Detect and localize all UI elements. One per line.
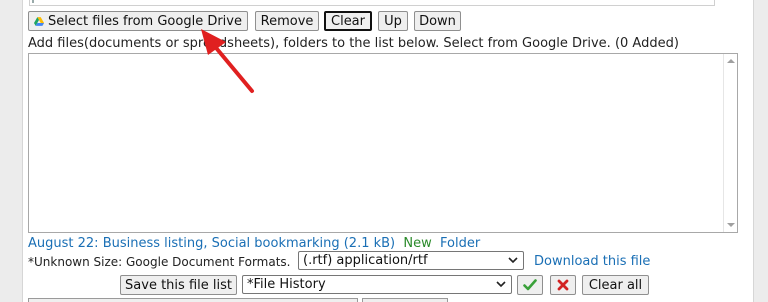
file-history-select[interactable]: *File History	[242, 275, 512, 294]
remove-button[interactable]: Remove	[255, 11, 319, 31]
format-select-value: (.rtf) application/rtf	[303, 253, 428, 268]
x-icon	[557, 279, 569, 291]
format-select[interactable]: (.rtf) application/rtf	[298, 251, 524, 270]
save-file-list-button[interactable]: Save this file list	[120, 275, 237, 295]
clear-all-button[interactable]: Clear all	[582, 275, 649, 295]
history-entry-link[interactable]: August 22: Business listing, Social book…	[28, 236, 395, 251]
down-button[interactable]: Down	[414, 11, 461, 31]
delete-button[interactable]	[550, 275, 576, 295]
chevron-down-icon	[496, 281, 506, 288]
select-from-google-drive-label: Select files from Google Drive	[48, 13, 242, 29]
new-link[interactable]: New	[403, 236, 431, 251]
unknown-size-note: *Unknown Size: Google Document Formats.	[28, 255, 291, 269]
file-history-select-value: *File History	[247, 277, 326, 292]
file-list[interactable]	[28, 53, 738, 233]
up-button[interactable]: Up	[378, 11, 408, 31]
file-list-scrollbar[interactable]	[723, 54, 737, 232]
history-entry: August 22: Business listing, Social book…	[28, 236, 480, 251]
scroll-up-arrow-icon[interactable]	[727, 59, 735, 63]
select-from-google-drive-button[interactable]: Select files from Google Drive	[28, 11, 248, 31]
clear-button[interactable]: Clear	[324, 11, 372, 31]
partially-visible-button[interactable]	[362, 298, 448, 302]
history-entry-date: August 22:	[28, 236, 99, 251]
partially-visible-control[interactable]	[28, 298, 358, 302]
top-field-edge	[29, 0, 715, 6]
google-drive-icon	[34, 16, 45, 26]
chevron-down-icon	[508, 257, 518, 264]
confirm-button[interactable]	[517, 275, 543, 295]
checkmark-icon	[523, 279, 537, 291]
folder-link[interactable]: Folder	[440, 236, 480, 251]
history-entry-text: Business listing, Social bookmarking (2.…	[102, 236, 396, 251]
instructions-text: Add files(documents or spreadsheets), fo…	[28, 36, 679, 51]
download-this-file-link[interactable]: Download this file	[534, 254, 650, 269]
scroll-down-arrow-icon[interactable]	[727, 223, 735, 227]
